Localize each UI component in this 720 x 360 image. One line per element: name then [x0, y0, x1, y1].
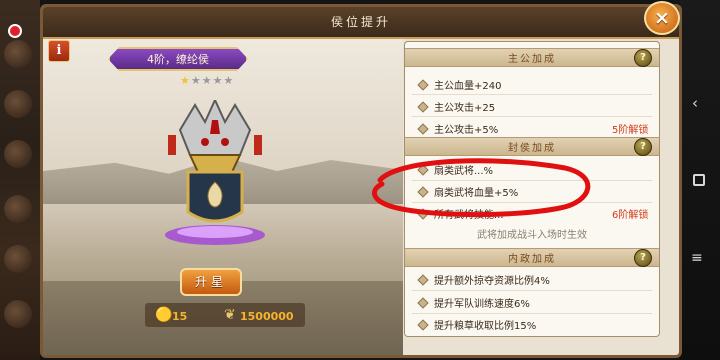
row-divider: [412, 313, 652, 314]
background-game-strip: [0, 0, 40, 360]
bonus-row: 扇类武将...%: [434, 166, 494, 177]
bonus-row: 提升粮草收取比例15%: [434, 321, 537, 332]
star-empty-icon: ★: [201, 74, 213, 87]
nav-recents-icon[interactable]: [693, 174, 705, 186]
row-divider: [412, 180, 652, 181]
gold-ingot-icon: 🟡: [155, 307, 173, 323]
star-empty-icon: ★: [190, 74, 202, 87]
dialog-titlebar: 侯位提升: [43, 7, 679, 39]
upgrade-star-button[interactable]: 升星: [180, 268, 242, 296]
unlock-requirement: 6阶解锁: [612, 210, 649, 221]
unlock-requirement: 5阶解锁: [612, 125, 649, 136]
section-title-fief: 封侯加成: [508, 143, 556, 154]
notification-dot: [8, 24, 22, 38]
bonus-row: 所有武将技能...: [434, 210, 504, 221]
rank-emblem-icon: [165, 100, 265, 245]
game-avatar-icon: [4, 90, 32, 118]
grain-cost: 1500000: [240, 310, 294, 323]
game-avatar-icon: [4, 300, 32, 328]
game-avatar-icon: [4, 140, 32, 168]
bonus-row: 提升军队训练速度6%: [434, 299, 530, 310]
help-icon[interactable]: ?: [634, 49, 652, 67]
rank-title: 4阶，缭纶侯: [147, 53, 209, 66]
info-icon[interactable]: i: [48, 40, 70, 62]
bonus-row: 扇类武将血量+5%: [434, 188, 519, 199]
help-icon[interactable]: ?: [634, 249, 652, 267]
help-icon[interactable]: ?: [634, 138, 652, 156]
star-empty-icon: ★: [212, 74, 224, 87]
section-title-domestic: 内政加成: [508, 254, 556, 265]
row-divider: [412, 202, 652, 203]
row-divider: [412, 290, 652, 291]
row-divider: [412, 94, 652, 95]
bonus-row: 主公血量+240: [434, 81, 502, 92]
close-button[interactable]: ×: [644, 1, 680, 35]
star-empty-icon: ★: [223, 74, 235, 87]
bonus-row: 提升额外掠夺资源比例4%: [434, 276, 550, 287]
dialog-title: 侯位提升: [330, 15, 391, 29]
battle-note: 武将加成战斗入场时生效: [477, 230, 587, 241]
star-filled-icon: ★: [180, 74, 191, 87]
nav-back-icon[interactable]: ‹: [692, 95, 698, 111]
game-avatar-icon: [4, 195, 32, 223]
section-title-lord: 主公加成: [508, 54, 556, 65]
gold-cost: 15: [172, 310, 188, 323]
game-avatar-icon: [4, 245, 32, 273]
android-navbar: ‹ ≡: [680, 0, 720, 360]
nav-menu-icon[interactable]: ≡: [691, 250, 703, 266]
bonus-row: 主公攻击+5%: [434, 125, 499, 136]
bonus-row: 主公攻击+25: [434, 103, 496, 114]
game-avatar-icon: [4, 40, 32, 68]
rank-stars: ★★★★★: [180, 74, 234, 87]
row-divider: [412, 116, 652, 117]
grain-icon: ❦: [224, 307, 236, 323]
